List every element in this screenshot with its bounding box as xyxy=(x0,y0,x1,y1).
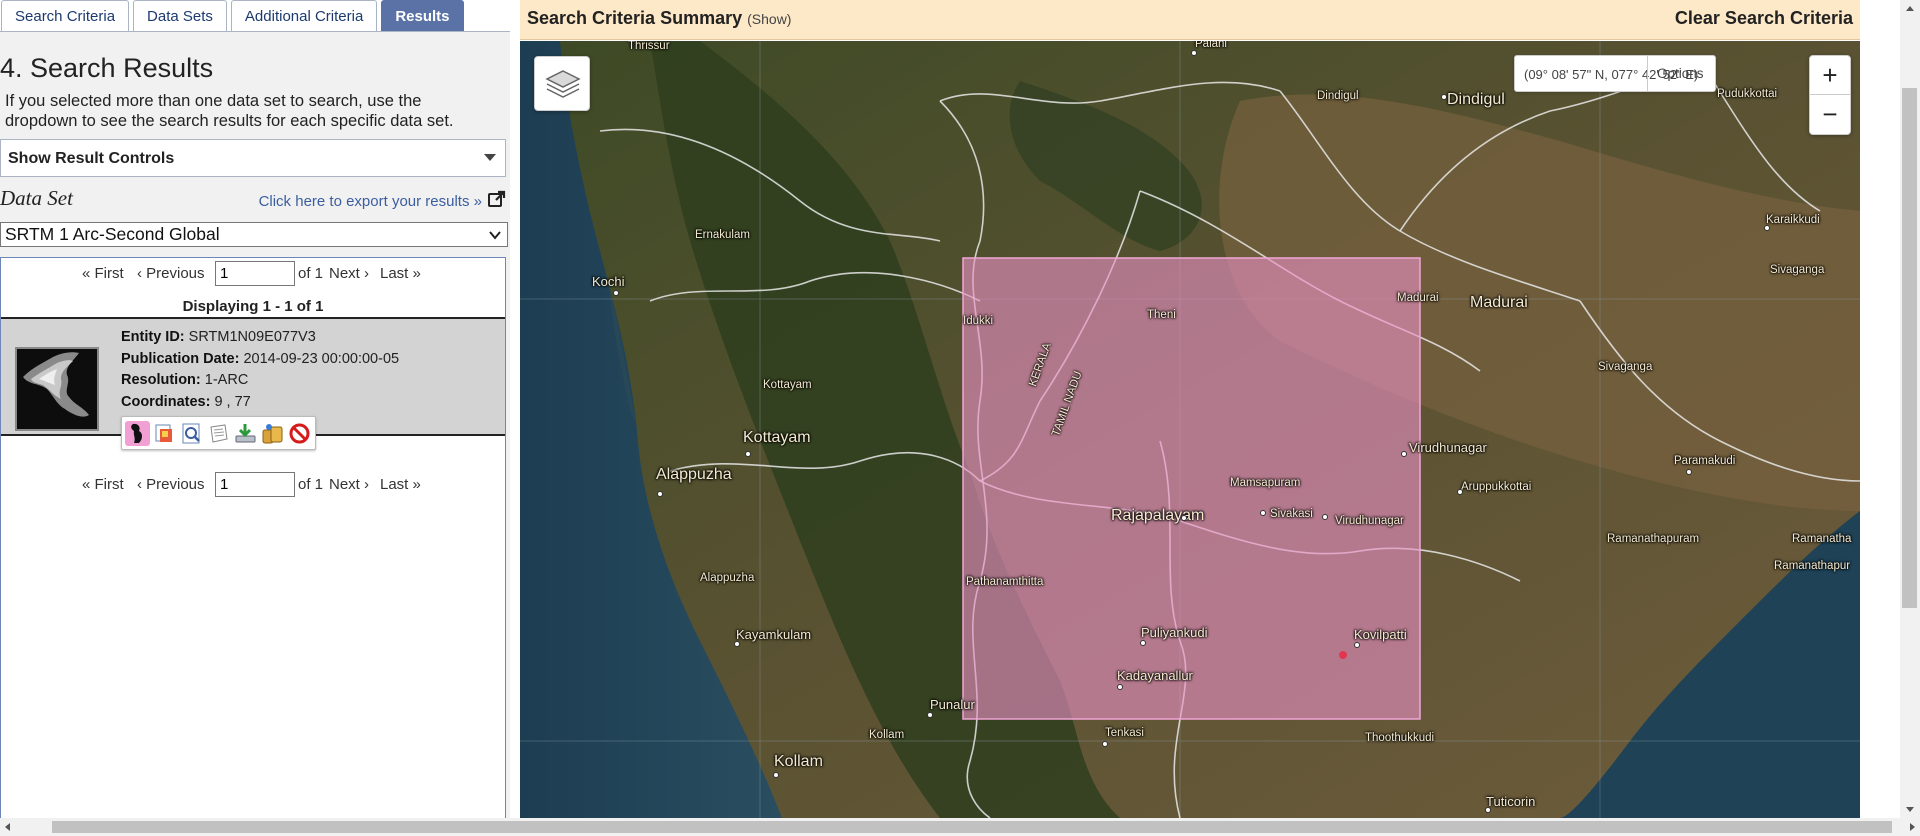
city-marker xyxy=(1191,50,1197,56)
satellite-map[interactable]: Thrissur Palani Dindigul Dindigul Pudukk… xyxy=(520,41,1860,818)
city-marker xyxy=(1485,807,1491,813)
city-marker xyxy=(613,290,619,296)
pager-last-link-bottom[interactable]: Last » xyxy=(380,476,421,493)
city-marker xyxy=(745,451,751,457)
zoom-out-button[interactable]: − xyxy=(1810,95,1850,134)
metadata-icon[interactable] xyxy=(206,421,231,446)
dataset-label: Data Set xyxy=(0,186,73,210)
tab-search-criteria[interactable]: Search Criteria xyxy=(1,0,130,31)
city-marker xyxy=(1322,514,1328,520)
summary-title-text: Search Criteria Summary xyxy=(527,8,743,28)
scroll-up-arrow-icon[interactable] xyxy=(1906,6,1914,11)
coordinate-options-button[interactable]: Options xyxy=(1647,56,1715,91)
city-marker xyxy=(1686,469,1692,475)
publication-date-value: 2014-09-23 00:00:00-05 xyxy=(243,350,400,367)
layers-button[interactable] xyxy=(534,56,590,111)
horizontal-scroll-thumb[interactable] xyxy=(52,821,1892,833)
zoom-in-button[interactable]: + xyxy=(1810,56,1850,95)
city-marker xyxy=(1181,515,1187,521)
intro-text: If you selected more than one data set t… xyxy=(5,92,454,130)
city-marker xyxy=(1764,225,1770,231)
bulk-download-icon[interactable] xyxy=(260,421,285,446)
resolution-label: Resolution: xyxy=(121,372,201,388)
clear-search-criteria-button[interactable]: Clear Search Criteria xyxy=(1675,8,1853,29)
tab-additional-criteria[interactable]: Additional Criteria xyxy=(230,0,378,31)
summary-show-link[interactable]: (Show) xyxy=(747,11,791,27)
page-title: 4. Search Results xyxy=(0,53,214,83)
city-marker xyxy=(1117,684,1123,690)
page-number-input[interactable] xyxy=(215,261,295,286)
pager-bottom: « First ‹ Previous of 1 Next › Last » xyxy=(1,470,505,498)
entity-id-label: Entity ID: xyxy=(121,329,185,345)
exclude-icon[interactable] xyxy=(287,421,312,446)
summary-title: Search Criteria Summary (Show) xyxy=(527,8,791,29)
result-row: Entity ID: SRTM1N09E077V3 Publication Da… xyxy=(1,317,505,450)
pager-top: « First ‹ Previous of 1 Next › Last » xyxy=(1,259,505,287)
displaying-count: Displaying 1 - 1 of 1 xyxy=(182,298,324,315)
city-marker xyxy=(1102,741,1108,747)
coordinate-readout: (09° 08' 57" N, 077° 42' 52" E) Options xyxy=(1514,55,1716,92)
tab-data-sets[interactable]: Data Sets xyxy=(133,0,227,31)
footprint-icon[interactable] xyxy=(125,421,150,446)
city-marker xyxy=(773,772,779,778)
caret-down-icon xyxy=(484,154,496,161)
browse-overlay-icon[interactable] xyxy=(152,421,177,446)
pager-of-text: of 1 xyxy=(298,265,324,282)
chevron-down-icon xyxy=(489,231,501,240)
map-area: Search Criteria Summary (Show) Clear Sea… xyxy=(520,0,1860,818)
tab-bar: Search Criteria Data Sets Additional Cri… xyxy=(0,0,520,31)
city-marker xyxy=(1260,510,1266,516)
coordinates-value: 9 , 77 xyxy=(214,393,251,410)
export-results-link[interactable]: Click here to export your results » xyxy=(259,193,482,210)
vertical-scroll-thumb[interactable] xyxy=(1902,88,1917,608)
search-summary-bar: Search Criteria Summary (Show) Clear Sea… xyxy=(520,0,1860,40)
scroll-left-arrow-icon[interactable] xyxy=(5,823,10,831)
pager-first-link-bottom[interactable]: « First xyxy=(82,476,124,493)
result-actions-toolbar xyxy=(121,416,316,450)
pager-next-link[interactable]: Next › xyxy=(329,265,369,282)
city-marker xyxy=(927,712,933,718)
city-marker xyxy=(1401,451,1407,457)
result-metadata: Entity ID: SRTM1N09E077V3 Publication Da… xyxy=(121,327,399,413)
external-link-icon[interactable] xyxy=(488,190,506,208)
city-marker xyxy=(657,491,663,497)
map-imagery xyxy=(520,41,1860,818)
result-controls-toggle[interactable]: Show Result Controls xyxy=(0,139,506,177)
dataset-select[interactable]: SRTM 1 Arc-Second Global xyxy=(0,222,508,247)
browse-thumbnail[interactable] xyxy=(15,347,99,431)
pager-of-text-bottom: of 1 xyxy=(298,476,324,493)
vertical-scrollbar[interactable] xyxy=(1900,0,1920,818)
layers-icon xyxy=(545,70,581,98)
city-marker xyxy=(1457,489,1463,495)
scroll-down-arrow-icon[interactable] xyxy=(1906,807,1914,812)
resolution-value: 1-ARC xyxy=(204,372,249,388)
results-panel: 4. Search Results If you selected more t… xyxy=(0,31,510,819)
pager-previous-link-bottom[interactable]: ‹ Previous xyxy=(137,476,205,493)
city-marker xyxy=(734,641,740,647)
city-marker xyxy=(1441,94,1447,100)
city-marker xyxy=(1354,642,1360,648)
compare-icon[interactable] xyxy=(179,421,204,446)
pager-last-link[interactable]: Last » xyxy=(380,265,421,282)
dataset-select-value: SRTM 1 Arc-Second Global xyxy=(5,224,220,244)
page-number-input-bottom[interactable] xyxy=(215,472,295,497)
scroll-right-arrow-icon[interactable] xyxy=(1910,823,1915,831)
zoom-control: + − xyxy=(1809,55,1851,135)
pager-previous-link[interactable]: ‹ Previous xyxy=(137,265,205,282)
result-controls-label: Show Result Controls xyxy=(8,150,175,167)
tab-results[interactable]: Results xyxy=(381,0,464,31)
download-icon[interactable] xyxy=(233,421,258,446)
results-list: « First ‹ Previous of 1 Next › Last » Di… xyxy=(0,257,506,819)
publication-date-label: Publication Date: xyxy=(121,350,240,367)
city-marker xyxy=(1140,640,1146,646)
left-panel: Search Criteria Data Sets Additional Cri… xyxy=(0,0,520,819)
pager-next-link-bottom[interactable]: Next › xyxy=(329,476,369,493)
pager-first-link[interactable]: « First xyxy=(82,265,124,282)
coordinates-label: Coordinates: xyxy=(121,393,211,410)
entity-id-value: SRTM1N09E077V3 xyxy=(188,329,316,345)
horizontal-scrollbar[interactable] xyxy=(0,818,1920,836)
